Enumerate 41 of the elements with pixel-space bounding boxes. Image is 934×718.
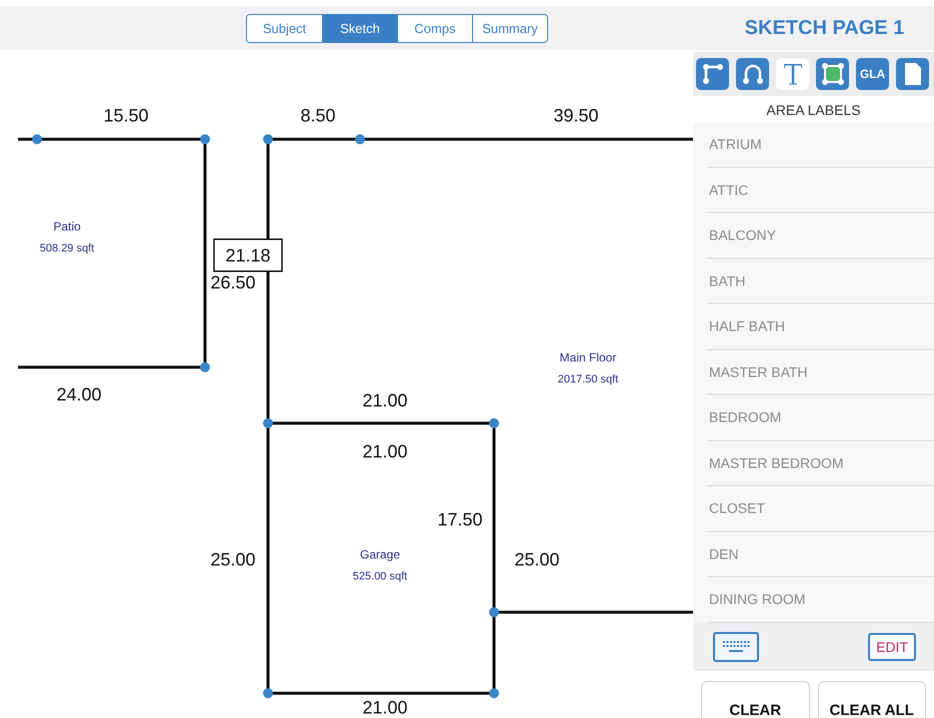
tool-button[interactable] — [736, 58, 769, 90]
tab[interactable]: Sketch — [322, 14, 397, 42]
keyboard-button[interactable] — [713, 632, 759, 662]
dimension-label[interactable]: 17.50 — [437, 509, 483, 530]
dimension-label[interactable]: 25.00 — [210, 549, 256, 570]
text-icon — [782, 62, 804, 86]
area-name[interactable]: Patio — [53, 219, 81, 234]
tab[interactable]: Summary — [472, 14, 547, 42]
area-name[interactable]: Main Floor — [560, 350, 616, 364]
dimension-label[interactable]: 15.50 — [103, 105, 149, 126]
panel-heading: AREA LABELS — [765, 101, 862, 120]
arc-icon — [742, 63, 764, 85]
dimension-label[interactable]: 25.00 — [514, 549, 560, 570]
area-size: 2017.50 sqft — [558, 373, 618, 386]
area-icon — [820, 62, 844, 86]
area-name[interactable]: Garage — [360, 547, 400, 562]
tool-button[interactable] — [816, 58, 849, 90]
dimension-label[interactable]: 24.00 — [56, 384, 102, 404]
dimension-label[interactable]: 21.00 — [362, 441, 408, 462]
page-title: SKETCH PAGE 1 — [744, 16, 904, 40]
tool-button[interactable] — [776, 58, 809, 90]
area-size: 525.00 sqft — [352, 570, 408, 582]
corner-line-icon — [702, 63, 724, 85]
area-size: 508.29 sqft — [40, 242, 94, 254]
tool-button[interactable] — [896, 58, 929, 90]
gla-button[interactable]: GLA — [856, 58, 889, 90]
clear-button[interactable]: CLEAR — [701, 680, 810, 718]
dimension-label[interactable]: 8.50 — [300, 105, 336, 126]
dimension-label[interactable]: 26.50 — [210, 272, 256, 292]
dimension-label[interactable]: 39.50 — [553, 105, 599, 126]
dimension-label[interactable]: 21.00 — [362, 390, 408, 410]
dimension-box — [213, 238, 283, 272]
dimension-label[interactable]: 21.00 — [362, 697, 408, 718]
dimension-label[interactable]: 21.18 — [225, 245, 271, 266]
keyboard-icon — [721, 638, 751, 654]
tab[interactable]: Subject — [247, 14, 322, 42]
tab[interactable]: Comps — [397, 14, 472, 42]
page-icon — [904, 62, 922, 86]
clear-button[interactable]: CLEAR ALL — [818, 680, 926, 718]
tool-button[interactable] — [696, 58, 729, 90]
edit-button[interactable]: EDIT — [868, 632, 916, 660]
